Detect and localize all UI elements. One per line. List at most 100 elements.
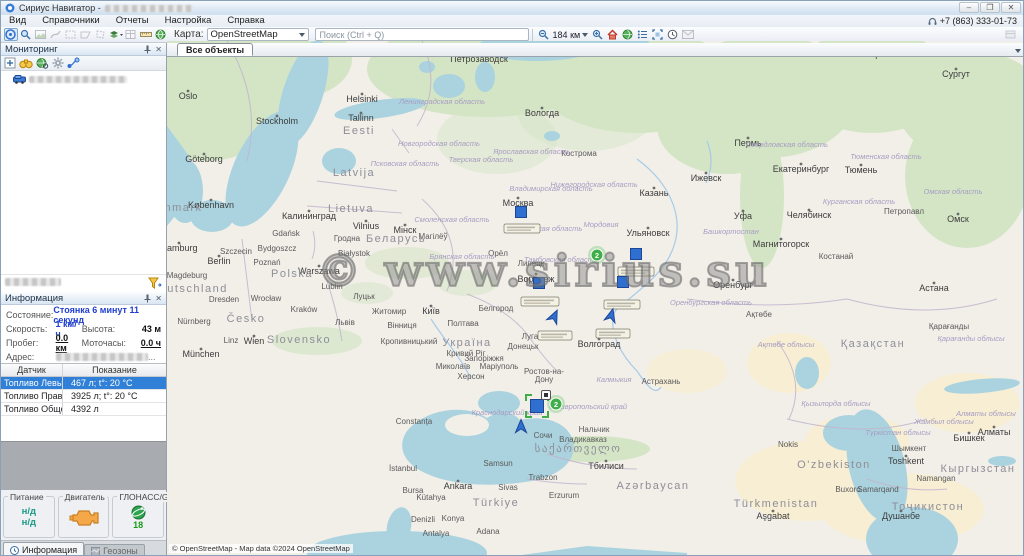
tab-all-objects[interactable]: Все объекты	[177, 43, 253, 56]
tree-item-vehicle[interactable]	[5, 75, 162, 84]
selected-vehicle-marker[interactable]	[531, 400, 544, 413]
map-label: Kraków	[291, 305, 318, 314]
map-label: Ленинградская область	[398, 97, 485, 106]
map-label: Вологда	[525, 108, 559, 118]
map-label: Астана	[919, 283, 949, 293]
map-label: Оренбургская область	[670, 298, 752, 307]
menu-spravochniki[interactable]: Справочники	[34, 15, 108, 27]
show-all-objects-icon[interactable]	[621, 28, 635, 41]
vehicle-name-plate[interactable]	[604, 300, 640, 309]
track-icon[interactable]	[49, 28, 63, 41]
map-label: Kütahya	[416, 493, 446, 502]
menu-otchety[interactable]: Отчеты	[108, 15, 157, 27]
map-label: Львів	[335, 318, 355, 327]
vehicle-name-plate[interactable]	[521, 297, 559, 306]
map-label: Україна	[442, 337, 491, 349]
pin-icon[interactable]	[144, 45, 151, 54]
add-object-icon[interactable]	[4, 57, 16, 69]
map-label: Lietuva	[328, 203, 374, 215]
globe-search-icon[interactable]	[36, 57, 49, 69]
map-label: Мордовия	[584, 220, 619, 229]
menu-vid[interactable]: Вид	[1, 15, 34, 27]
map-label: Türkmenistan	[734, 498, 819, 510]
status-row: Питание н/д н/д Двигатель ГЛОНАСС/GPS 18	[1, 490, 166, 540]
sensor-name: Топливо Правый	[1, 390, 63, 402]
binoculars-icon[interactable]	[19, 57, 33, 69]
monitoring-toolbar	[1, 56, 166, 71]
vehicle-name-plate[interactable]	[504, 224, 540, 233]
table-row[interactable]: Топливо Общее 4392 л	[1, 403, 166, 416]
map-attribution: © OpenStreetMap - Map data ©2024 OpenStr…	[169, 544, 353, 553]
tab-geozones-label: Геозоны	[103, 546, 138, 556]
map-label: Жамбыл облысы	[913, 417, 974, 426]
map-label: Magdeburg	[167, 271, 207, 280]
fit-map-icon[interactable]	[651, 28, 665, 41]
map-provider-combobox[interactable]: OpenStreetMap	[207, 28, 309, 41]
ruler-area-icon[interactable]	[79, 28, 93, 41]
toolbar-options-icon[interactable]	[1003, 28, 1017, 41]
tab-geozones[interactable]: Геозоны	[84, 544, 145, 556]
map-crimea	[445, 414, 489, 436]
map-label: Херсон	[457, 372, 484, 381]
map-area[interactable]: OsloStockholmGöteborgHelsinkiTallinnПетр…	[167, 41, 1024, 556]
table-icon[interactable]	[124, 28, 138, 41]
sensor-col-header[interactable]: Датчик	[1, 364, 63, 376]
home-icon[interactable]	[606, 28, 620, 41]
message-icon[interactable]	[681, 28, 695, 41]
search-object-icon[interactable]	[19, 28, 33, 41]
map-label: Сургут	[942, 69, 970, 79]
monitoring-mode-icon[interactable]	[4, 28, 18, 41]
menu-spravka[interactable]: Справка	[219, 15, 272, 27]
table-row[interactable]: Топливо Правый 3925 л; t°: 20 °C	[1, 390, 166, 403]
history-clock-icon[interactable]	[666, 28, 680, 41]
menu-nastroyka[interactable]: Настройка	[157, 15, 220, 27]
map-label: Adana	[476, 527, 500, 536]
gear-icon[interactable]	[52, 57, 64, 69]
close-icon[interactable]: ✕	[155, 294, 162, 303]
value-col-header[interactable]: Показание	[63, 364, 166, 376]
polygon-icon[interactable]	[94, 28, 108, 41]
zoom-out-icon[interactable]	[536, 28, 550, 41]
report-icon[interactable]	[34, 28, 48, 41]
bottom-tab-strip: Информация Геозоны	[1, 540, 166, 556]
redacted-selected-name	[5, 278, 61, 286]
zoom-in-icon[interactable]	[591, 28, 605, 41]
map-label: Latvija	[333, 167, 375, 179]
map-label: Buxoro	[835, 485, 861, 494]
mileage-value[interactable]: 0.0 км	[56, 333, 82, 353]
route-icon[interactable]	[67, 57, 80, 69]
tab-list-dropdown-icon[interactable]	[1015, 49, 1021, 53]
map-label: Омская область	[923, 187, 982, 196]
support-phone: +7 (863) 333-01-73	[940, 16, 1017, 26]
table-row[interactable]: Топливо Левый 467 л; t°: 20 °C	[1, 377, 166, 390]
map-label: Қазақстан	[841, 338, 905, 350]
maximize-button[interactable]: ❐	[980, 2, 1000, 13]
select-area-icon[interactable]	[64, 28, 78, 41]
map-label: Danmark	[167, 202, 203, 214]
globe-icon[interactable]	[154, 28, 168, 41]
map-label: Oslo	[179, 91, 198, 101]
ruler-icon[interactable]	[139, 28, 153, 41]
hours-value[interactable]: 0.0 ч	[141, 338, 161, 348]
geozone-icon	[91, 547, 100, 556]
close-button[interactable]: ✕	[1001, 2, 1021, 13]
close-icon[interactable]: ✕	[155, 45, 162, 54]
vehicle-name-plate[interactable]	[596, 329, 630, 338]
filter-funnel-icon[interactable]	[148, 277, 162, 290]
list-icon[interactable]	[636, 28, 650, 41]
map-scale-dropdown[interactable]: 184 км	[553, 30, 589, 40]
object-tree	[1, 71, 166, 274]
map-label: Ақтөбе	[746, 310, 772, 319]
pin-icon[interactable]	[144, 294, 151, 303]
vehicle-name-plate[interactable]	[538, 331, 572, 340]
layers-dropdown-icon[interactable]	[109, 28, 123, 41]
search-input[interactable]	[315, 28, 529, 41]
redacted-vehicle-name	[29, 76, 127, 83]
map-label: O'zbekiston	[797, 459, 871, 471]
tab-information[interactable]: Информация	[3, 542, 84, 556]
minimize-button[interactable]: –	[959, 2, 979, 13]
map-canvas[interactable]: OsloStockholmGöteborgHelsinkiTallinnПетр…	[167, 41, 1024, 556]
redacted-text	[607, 303, 635, 305]
vehicle-marker[interactable]	[516, 207, 527, 218]
satellite-count: 18	[133, 520, 143, 530]
